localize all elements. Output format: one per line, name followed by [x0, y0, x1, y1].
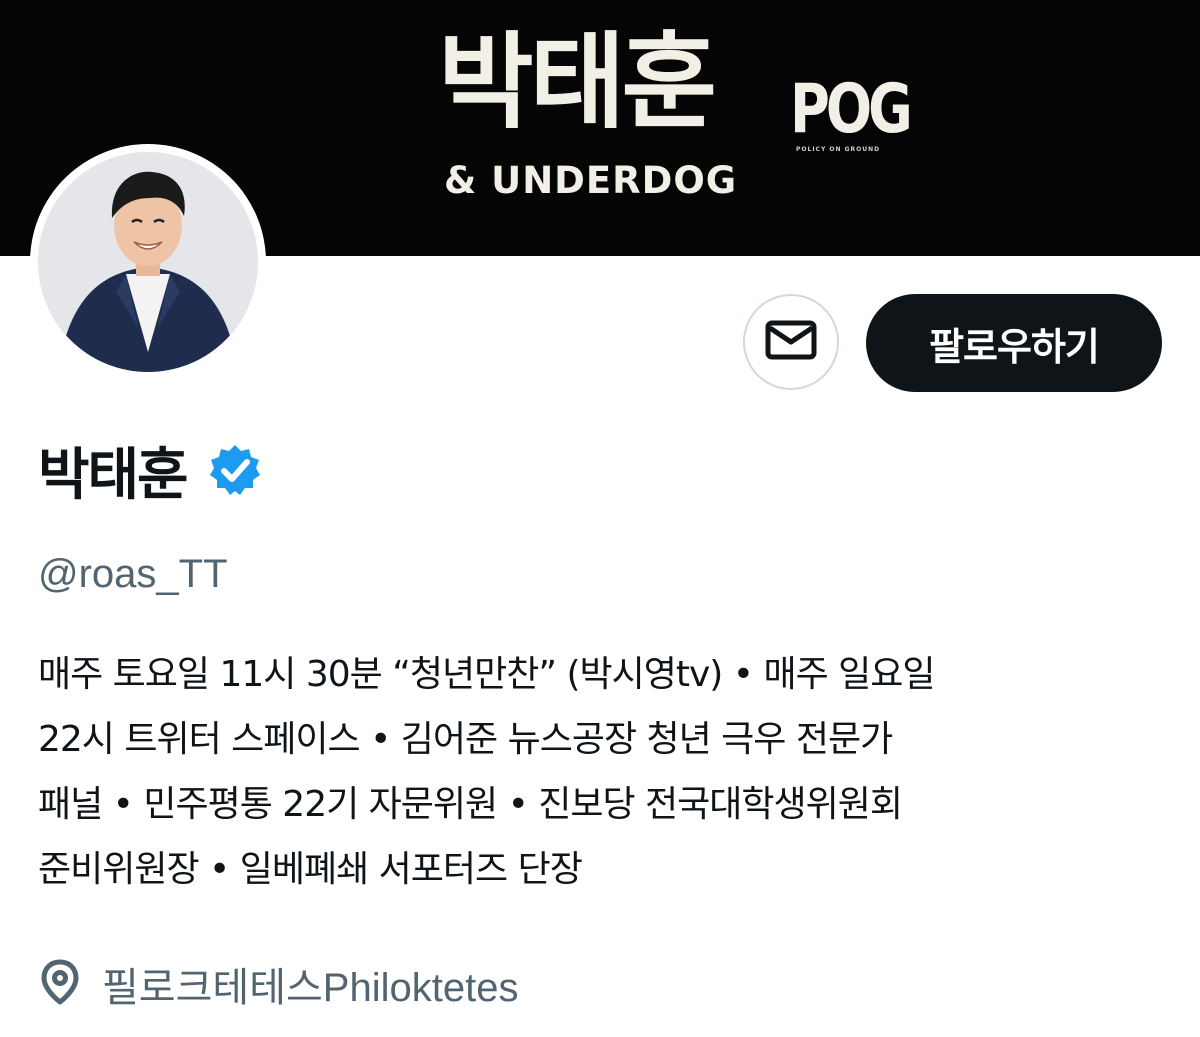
- banner-logo-tagline: POLICY ON GROUND: [796, 146, 881, 153]
- avatar-photo: [38, 152, 258, 372]
- bio-line: 매주 토요일 11시 30분 “청년만찬” (박시영tv) • 매주 일요일: [38, 654, 936, 695]
- location-pin-icon: [40, 959, 80, 1009]
- banner-logo: POG: [790, 70, 913, 149]
- bio-line: 패널 • 민주평통 22기 자문위원 • 진보당 전국대학생위원회: [38, 784, 903, 825]
- profile-name-row: 박태훈: [38, 430, 263, 510]
- location-text: 필로크테테스Philoktetes: [102, 966, 519, 1010]
- profile-location: 필로크테테스Philoktetes: [40, 956, 518, 1012]
- message-button[interactable]: [743, 294, 839, 390]
- banner-subtitle: & UNDERDOG: [444, 159, 738, 202]
- bio-line: 22시 트위터 스페이스 • 김어준 뉴스공장 청년 극우 전문가: [38, 719, 893, 760]
- follow-button[interactable]: 팔로우하기: [866, 294, 1162, 392]
- profile-handle: @roas_TT: [38, 552, 228, 596]
- banner-title: 박태훈: [438, 21, 717, 143]
- mail-icon: [765, 320, 817, 364]
- avatar[interactable]: [30, 144, 266, 380]
- display-name: 박태훈: [38, 442, 189, 508]
- profile-bio: 매주 토요일 11시 30분 “청년만찬” (박시영tv) • 매주 일요일 2…: [38, 642, 1168, 902]
- bio-line: 준비위원장 • 일베폐쇄 서포터즈 단장: [38, 849, 583, 890]
- verified-badge-icon[interactable]: [207, 442, 263, 498]
